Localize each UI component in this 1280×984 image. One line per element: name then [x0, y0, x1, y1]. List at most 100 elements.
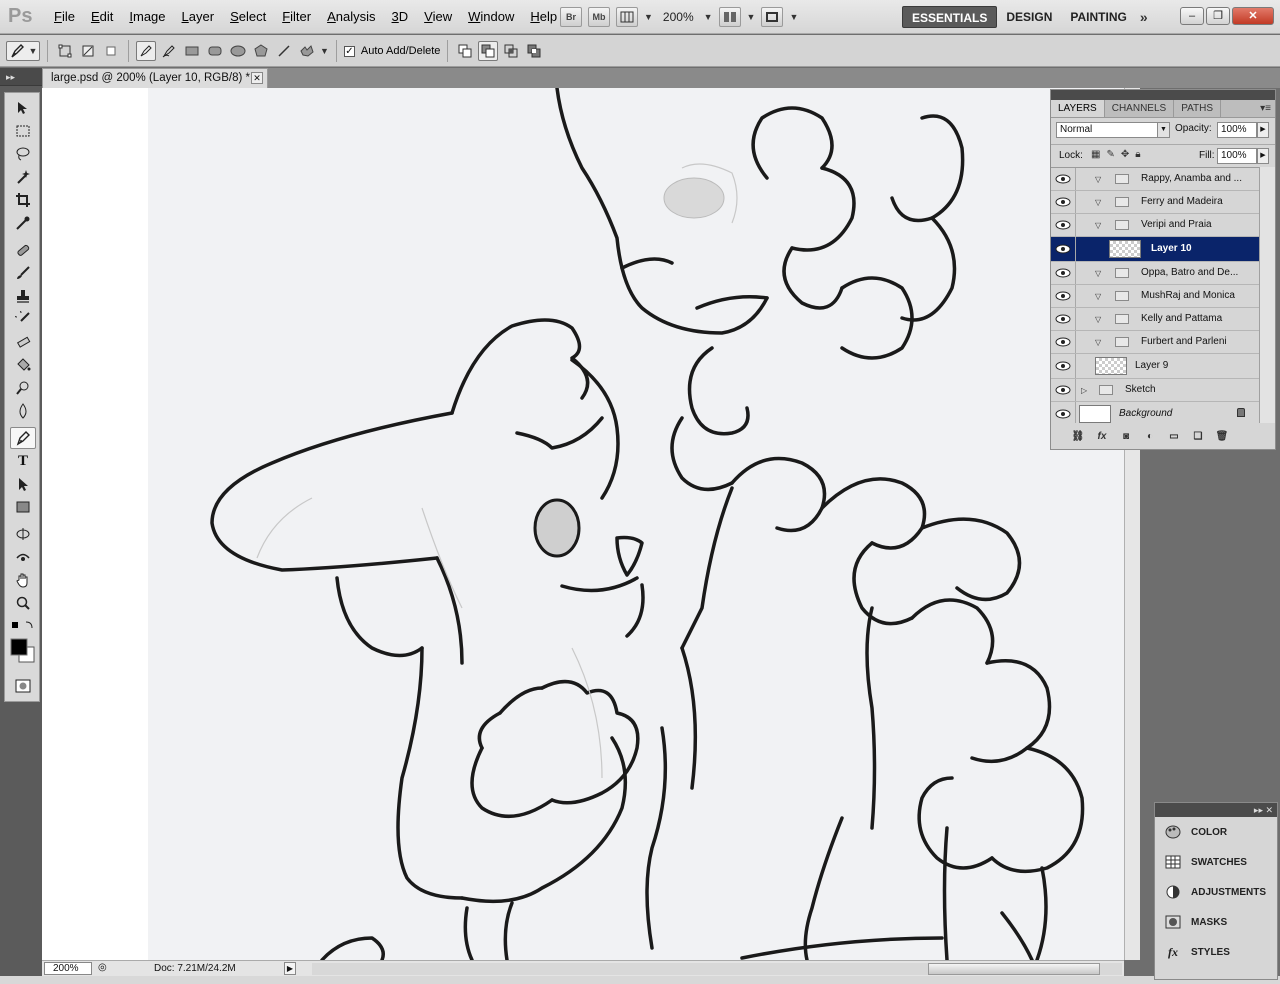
fill-field[interactable]: 100%	[1217, 148, 1257, 164]
menu-help[interactable]: Help	[522, 0, 565, 34]
intersect-path-areas-button[interactable]	[501, 41, 521, 61]
3d-rotate-tool[interactable]	[10, 523, 36, 545]
tab-layers[interactable]: LAYERS	[1051, 100, 1105, 117]
opacity-field[interactable]: 100%	[1217, 122, 1257, 138]
menu-window[interactable]: Window	[460, 0, 522, 34]
line-option[interactable]	[274, 41, 294, 61]
layer-row[interactable]: ▽ Ferry and Madeira	[1051, 191, 1259, 214]
chevron-down-icon[interactable]: ▼	[747, 12, 756, 22]
layer-row[interactable]: Background	[1051, 402, 1259, 423]
link-layers-icon[interactable]: ⛓	[1071, 430, 1085, 444]
layer-row[interactable]: ▽ Veripi and Praia	[1051, 214, 1259, 237]
polygon-option[interactable]	[251, 41, 271, 61]
new-layer-icon[interactable]: ❏	[1191, 430, 1205, 444]
paint-bucket-tool[interactable]	[10, 354, 36, 376]
color-swatches[interactable]	[10, 637, 36, 665]
visibility-eye-icon[interactable]	[1055, 219, 1071, 231]
crop-tool[interactable]	[10, 189, 36, 211]
menu-file[interactable]: File	[46, 0, 83, 34]
layer-row[interactable]: Layer 9	[1051, 354, 1259, 379]
tool-preset-picker[interactable]: ▼	[6, 41, 40, 61]
lock-position-icon[interactable]: ✥	[1121, 149, 1129, 160]
visibility-eye-icon[interactable]	[1055, 336, 1071, 348]
visibility-eye-icon[interactable]	[1055, 360, 1071, 372]
workspace-design[interactable]: DESIGN	[997, 6, 1061, 28]
tools-panel-header[interactable]: ▸▸	[0, 68, 42, 86]
collapsed-panels-header[interactable]: ▸▸ ✕	[1155, 803, 1277, 817]
visibility-eye-icon[interactable]	[1055, 196, 1071, 208]
menu-layer[interactable]: Layer	[174, 0, 223, 34]
hand-tool[interactable]	[10, 569, 36, 591]
workspace-painting[interactable]: PAINTING	[1061, 6, 1135, 28]
layer-row[interactable]: ▽ MushRaj and Monica	[1051, 285, 1259, 308]
chevron-down-icon[interactable]: ▼	[789, 12, 798, 22]
bridge-button[interactable]: Br	[560, 7, 582, 27]
lock-pixels-icon[interactable]: ✎	[1106, 149, 1114, 160]
visibility-eye-icon[interactable]	[1055, 173, 1071, 185]
auto-add-delete-checkbox[interactable]: ✓	[343, 45, 355, 57]
horizontal-scroll-thumb[interactable]	[928, 963, 1100, 975]
adjustment-layer-icon[interactable]: ◐	[1143, 430, 1157, 444]
expand-triangle-icon[interactable]: ▽	[1095, 198, 1101, 207]
path-selection-tool[interactable]	[10, 473, 36, 495]
visibility-eye-icon[interactable]	[1055, 384, 1071, 396]
ellipse-option[interactable]	[228, 41, 248, 61]
blur-tool[interactable]	[10, 400, 36, 422]
panel-menu-icon[interactable]: ▾≡	[1260, 100, 1275, 117]
zoom-field[interactable]: 200%	[44, 962, 92, 975]
layer-row[interactable]: ▽ Rappy, Anamba and ...	[1051, 168, 1259, 191]
visibility-eye-icon[interactable]	[1055, 290, 1071, 302]
swap-colors-button[interactable]	[10, 619, 36, 633]
menu-3d[interactable]: 3D	[384, 0, 417, 34]
type-tool[interactable]: T	[10, 450, 36, 472]
visibility-eye-icon[interactable]	[1055, 267, 1071, 279]
chevron-down-icon[interactable]: ▼	[704, 12, 713, 22]
quick-selection-tool[interactable]	[10, 166, 36, 188]
quick-mask-button[interactable]	[10, 675, 36, 697]
subtract-from-path-area-button[interactable]	[478, 41, 499, 61]
panel-adjustments[interactable]: ADJUSTMENTS	[1155, 877, 1277, 907]
horizontal-scrollbar[interactable]	[312, 963, 1122, 975]
menu-image[interactable]: Image	[121, 0, 173, 34]
menu-view[interactable]: View	[416, 0, 460, 34]
panel-masks[interactable]: MASKS	[1155, 907, 1277, 937]
minimize-button[interactable]: –	[1180, 7, 1204, 25]
layer-row[interactable]: ▽ Furbert and Parleni	[1051, 331, 1259, 354]
screen-mode-button[interactable]	[761, 7, 784, 27]
document-tab[interactable]: large.psd @ 200% (Layer 10, RGB/8) * ✕	[42, 68, 268, 88]
fill-slider-button[interactable]: ▶	[1257, 148, 1269, 164]
opacity-slider-button[interactable]: ▶	[1257, 122, 1269, 138]
menu-edit[interactable]: Edit	[83, 0, 121, 34]
mini-bridge-button[interactable]: Mb	[588, 7, 610, 27]
arrange-documents-button[interactable]	[718, 7, 741, 27]
document-canvas[interactable]	[42, 88, 1124, 960]
zoom-level-select[interactable]: 200%	[659, 10, 698, 24]
pen-tool[interactable]	[10, 427, 36, 449]
view-extras-button[interactable]	[616, 7, 638, 27]
expand-triangle-icon[interactable]: ▽	[1095, 315, 1101, 324]
menu-filter[interactable]: Filter	[274, 0, 319, 34]
layer-row[interactable]: ▽ Kelly and Pattama	[1051, 308, 1259, 331]
expand-triangle-icon[interactable]: ▽	[1095, 338, 1101, 347]
marquee-tool[interactable]	[10, 120, 36, 142]
blend-mode-select[interactable]: Normal ▼	[1056, 122, 1170, 138]
layer-row[interactable]: ▷ Sketch	[1051, 379, 1259, 402]
3d-orbit-tool[interactable]	[10, 546, 36, 568]
lock-transparency-icon[interactable]: ▦	[1091, 149, 1100, 160]
layer-row-selected[interactable]: Layer 10	[1051, 237, 1259, 262]
dodge-tool[interactable]	[10, 377, 36, 399]
panel-dock-header[interactable]	[1051, 90, 1275, 100]
fill-pixels-mode-button[interactable]	[101, 41, 121, 61]
workspace-essentials[interactable]: ESSENTIALS	[902, 6, 998, 28]
expand-triangle-icon[interactable]: ▽	[1095, 269, 1101, 278]
status-menu-button[interactable]: ▶	[284, 962, 296, 975]
brush-tool[interactable]	[10, 262, 36, 284]
rectangle-shape-option[interactable]	[182, 41, 202, 61]
new-group-icon[interactable]: ▭	[1167, 430, 1181, 444]
zoom-tool[interactable]	[10, 592, 36, 614]
panel-swatches[interactable]: SWATCHES	[1155, 847, 1277, 877]
add-to-path-area-button[interactable]	[455, 41, 475, 61]
freeform-pen-option[interactable]	[159, 41, 179, 61]
menu-select[interactable]: Select	[222, 0, 274, 34]
lock-all-icon[interactable]: 🔒︎	[1135, 149, 1140, 160]
